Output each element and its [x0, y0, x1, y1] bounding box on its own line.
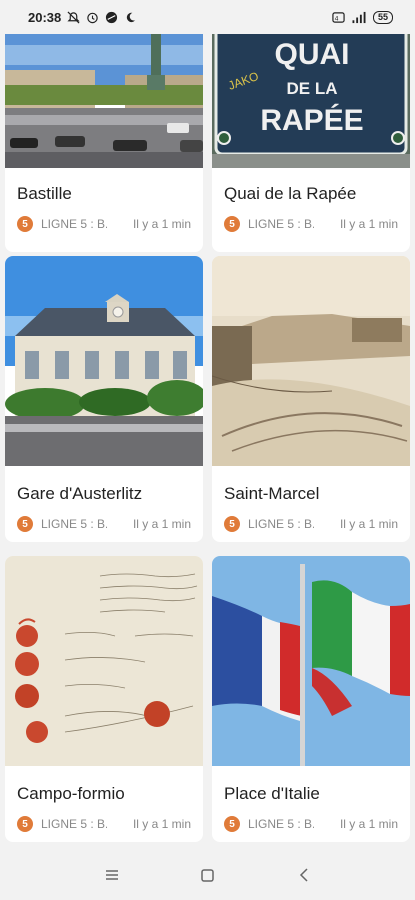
line-name: LIGNE 5 : B...	[41, 517, 107, 531]
station-card[interactable]: QUAI DE LA RAPÉE JAKO Quai de la Rapée 5…	[212, 0, 410, 252]
line-name: LIGNE 5 : B...	[41, 217, 107, 231]
data-icon: 4	[332, 11, 345, 23]
card-image-gare-d-austerlitz	[5, 256, 203, 466]
menu-icon	[105, 870, 118, 880]
card-meta: 5 LIGNE 5 : B... Il y a 1 min	[17, 516, 191, 532]
sign-line1: QUAI	[275, 38, 350, 71]
card-meta: 5 LIGNE 5 : B... Il y a 1 min	[224, 516, 398, 532]
card-image-campo-formio	[5, 556, 203, 766]
line-badge: 5	[17, 516, 33, 532]
card-meta: 5 LIGNE 5 : B... Il y a 1 min	[17, 816, 191, 832]
time-ago: Il y a 1 min	[339, 517, 398, 531]
bell-off-icon	[67, 11, 80, 23]
line-badge: 5	[224, 516, 240, 532]
line-badge: 5	[17, 216, 33, 232]
card-image-place-d-italie	[212, 556, 410, 766]
station-card[interactable]: Gare d'Austerlitz 5 LIGNE 5 : B... Il y …	[5, 256, 203, 542]
home-button[interactable]	[199, 866, 217, 884]
line-badge: 5	[224, 816, 240, 832]
status-time: 20:38	[28, 9, 62, 25]
signal-icon	[352, 11, 366, 23]
sign-line2: DE LA	[287, 79, 338, 98]
time-ago: Il y a 1 min	[339, 217, 398, 231]
card-title: Saint-Marcel	[224, 484, 320, 503]
line-name: LIGNE 5 : B...	[248, 217, 314, 231]
card-meta: 5 LIGNE 5 : B... Il y a 1 min	[17, 216, 191, 232]
line-badge: 5	[17, 816, 33, 832]
time-ago: Il y a 1 min	[132, 517, 191, 531]
card-meta: 5 LIGNE 5 : B... Il y a 1 min	[224, 216, 398, 232]
line-name: LIGNE 5 : B...	[41, 817, 107, 831]
card-meta: 5 LIGNE 5 : B... Il y a 1 min	[224, 816, 398, 832]
line-name: LIGNE 5 : B...	[248, 517, 314, 531]
status-bar: 20:38 4 55	[0, 0, 415, 34]
back-chevron-icon	[299, 868, 308, 882]
svg-text:4: 4	[335, 15, 339, 22]
station-card[interactable]: Bastille 5 LIGNE 5 : B... Il y a 1 min	[5, 0, 203, 252]
time-ago: Il y a 1 min	[132, 217, 191, 231]
line-badge: 5	[224, 216, 240, 232]
card-title: Quai de la Rapée	[224, 184, 357, 203]
sign-line3: RAPÉE	[260, 103, 363, 137]
card-title: Place d'Italie	[224, 784, 320, 803]
card-image-saint-marcel	[212, 256, 410, 466]
alarm-icon	[87, 12, 98, 23]
station-card[interactable]: Campo-formio 5 LIGNE 5 : B... Il y a 1 m…	[5, 556, 203, 842]
time-ago: Il y a 1 min	[132, 817, 191, 831]
moon-icon	[127, 12, 136, 22]
system-nav-bar	[0, 850, 415, 900]
card-title: Bastille	[17, 184, 72, 203]
station-card[interactable]: Place d'Italie 5 LIGNE 5 : B... Il y a 1…	[212, 556, 410, 842]
battery-indicator: 55	[372, 10, 393, 24]
app-notification-icon	[106, 11, 118, 23]
time-ago: Il y a 1 min	[339, 817, 398, 831]
line-name: LIGNE 5 : B...	[248, 817, 314, 831]
card-title: Gare d'Austerlitz	[17, 484, 143, 503]
home-square-icon	[201, 868, 214, 882]
card-title: Campo-formio	[17, 784, 125, 803]
station-card[interactable]: Saint-Marcel 5 LIGNE 5 : B... Il y a 1 m…	[212, 256, 410, 542]
back-button[interactable]	[295, 866, 313, 884]
menu-button[interactable]	[103, 866, 121, 884]
